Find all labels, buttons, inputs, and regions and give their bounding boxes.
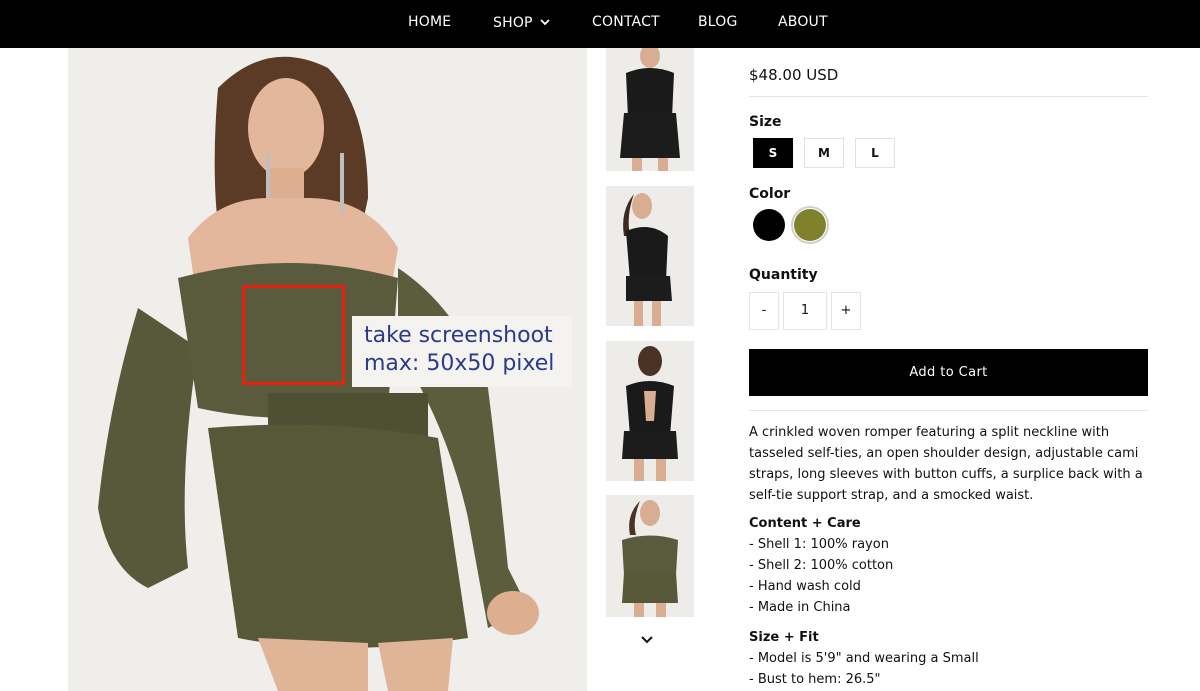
content-care-heading: Content + Care — [749, 516, 861, 531]
chevron-down-icon[interactable] — [640, 632, 654, 646]
thumbnail-2[interactable] — [606, 186, 694, 326]
chevron-down-icon — [540, 14, 550, 30]
content-care-item: - Hand wash cold — [749, 579, 861, 594]
screenshot-callout-label: take screenshoot max: 50x50 pixel — [352, 316, 572, 387]
screenshot-crop-box — [242, 285, 345, 385]
size-label: Size — [749, 114, 782, 130]
nav-contact[interactable]: CONTACT — [592, 14, 660, 30]
quantity-input[interactable]: 1 — [783, 292, 827, 330]
size-option-m[interactable]: M — [804, 138, 844, 168]
size-fit-item: - Model is 5'9" and wearing a Small — [749, 651, 979, 666]
nav-shop-label: SHOP — [493, 15, 533, 31]
nav-blog[interactable]: BLOG — [698, 14, 738, 30]
quantity-decrement-button[interactable]: - — [749, 292, 779, 330]
quantity-label: Quantity — [749, 267, 818, 283]
callout-line-2: max: 50x50 pixel — [364, 351, 555, 376]
quantity-increment-button[interactable]: + — [831, 292, 861, 330]
divider — [749, 96, 1148, 97]
thumbnail-3[interactable] — [606, 341, 694, 481]
color-swatch-black[interactable] — [753, 209, 785, 241]
main-product-image[interactable]: take screenshoot max: 50x50 pixel — [68, 48, 587, 691]
nav-home[interactable]: HOME — [408, 14, 451, 30]
size-fit-heading: Size + Fit — [749, 630, 819, 645]
divider — [749, 410, 1148, 411]
size-fit-item: - Bust to hem: 26.5" — [749, 672, 881, 687]
color-swatch-olive[interactable] — [794, 209, 826, 241]
thumbnail-4[interactable] — [606, 495, 694, 617]
product-price: $48.00 USD — [749, 66, 839, 84]
nav-shop[interactable]: SHOP — [493, 14, 550, 31]
product-description: A crinkled woven romper featuring a spli… — [749, 425, 1143, 503]
content-care-item: - Shell 2: 100% cotton — [749, 558, 894, 573]
nav-about[interactable]: ABOUT — [778, 14, 828, 30]
thumbnail-1[interactable] — [606, 48, 694, 171]
color-label: Color — [749, 186, 791, 202]
callout-line-1: take screenshoot — [364, 323, 553, 348]
content-care-item: - Shell 1: 100% rayon — [749, 537, 889, 552]
top-nav-bar: HOME SHOP CONTACT BLOG ABOUT — [0, 0, 1200, 48]
content-care-item: - Made in China — [749, 600, 851, 615]
size-option-s[interactable]: S — [753, 138, 793, 168]
size-option-l[interactable]: L — [855, 138, 895, 168]
add-to-cart-button[interactable]: Add to Cart — [749, 349, 1148, 396]
